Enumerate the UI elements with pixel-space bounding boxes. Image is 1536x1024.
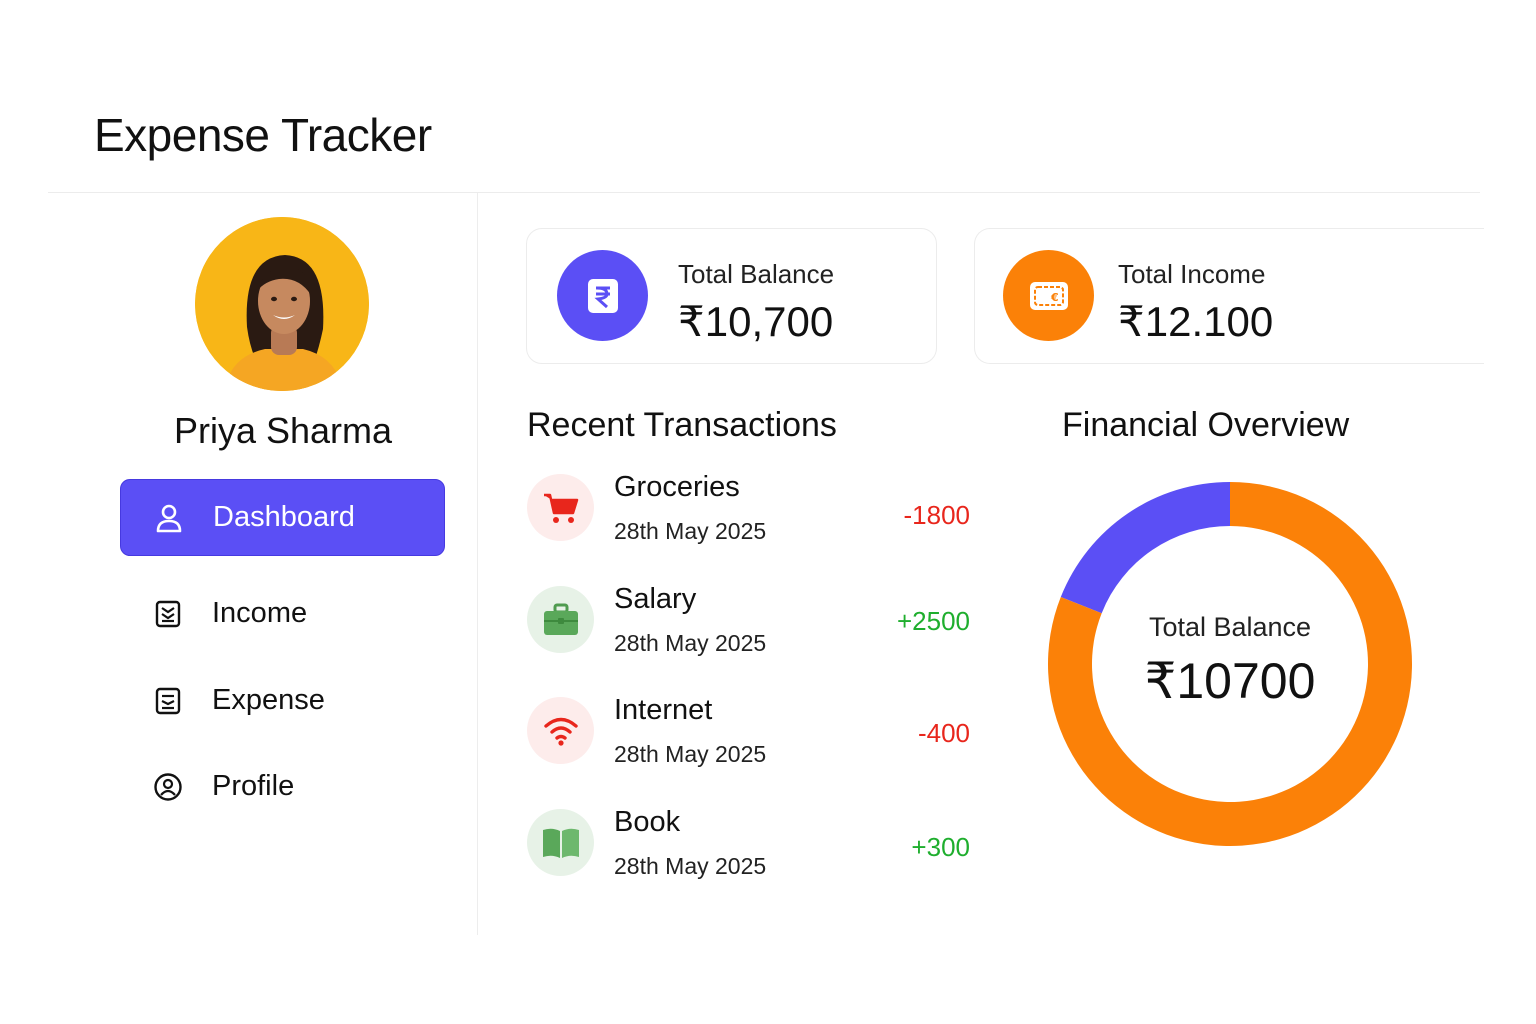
- nav-item-label: Profile: [212, 770, 295, 802]
- rupee-receipt-icon: [557, 250, 648, 341]
- briefcase-icon: [527, 586, 594, 653]
- svg-text:€: €: [1050, 291, 1059, 304]
- cart-icon: [527, 474, 594, 541]
- transaction-date: 28th May 2025: [614, 518, 767, 544]
- avatar-photo: [195, 217, 369, 391]
- nav-item-expense[interactable]: Expense: [120, 662, 445, 739]
- transaction-amount: +300: [911, 832, 970, 862]
- wallet-icon: €: [1003, 250, 1094, 341]
- income-document-icon: [152, 598, 184, 630]
- total-income-card: € Total Income ₹12.100: [974, 228, 1484, 364]
- nav-item-label: Dashboard: [213, 501, 355, 533]
- nav-item-label: Income: [212, 597, 308, 629]
- profile-circle-icon: [152, 771, 184, 803]
- nav-item-profile[interactable]: Profile: [120, 748, 445, 825]
- transaction-amount: -1800: [903, 500, 971, 530]
- list-item[interactable]: Groceries 28th May 2025 -1800: [527, 471, 977, 554]
- donut-center-label: Total Balance: [1148, 612, 1312, 642]
- avatar[interactable]: [195, 217, 369, 391]
- transaction-date: 28th May 2025: [614, 630, 767, 656]
- app-title: Expense Tracker: [94, 109, 432, 161]
- nav-item-income[interactable]: Income: [120, 575, 445, 652]
- transaction-title: Book: [614, 806, 681, 838]
- list-item[interactable]: Book 28th May 2025 +300: [527, 806, 977, 889]
- total-balance-card: Total Balance ₹10,700: [526, 228, 937, 364]
- card-label: Total Balance: [678, 259, 835, 289]
- nav-item-label: Expense: [212, 684, 325, 716]
- card-value: ₹10,700: [678, 298, 834, 345]
- transaction-title: Internet: [614, 694, 713, 726]
- user-name: Priya Sharma: [173, 410, 393, 451]
- card-label: Total Income: [1118, 259, 1266, 289]
- header-divider: [48, 192, 1480, 193]
- nav-item-dashboard[interactable]: Dashboard: [120, 479, 445, 556]
- book-icon: [527, 809, 594, 876]
- user-icon: [153, 502, 185, 534]
- transaction-amount: +2500: [896, 606, 970, 636]
- transaction-amount: -400: [917, 718, 970, 748]
- transaction-date: 28th May 2025: [614, 741, 767, 767]
- card-value: ₹12.100: [1118, 298, 1274, 345]
- transaction-date: 28th May 2025: [614, 853, 767, 879]
- list-item[interactable]: Internet 28th May 2025 -400: [527, 694, 977, 777]
- financial-overview-title: Financial Overview: [1062, 406, 1350, 444]
- donut-segment-purple: [1060, 482, 1230, 614]
- list-item[interactable]: Salary 28th May 2025 +2500: [527, 583, 977, 666]
- wifi-icon: [527, 697, 594, 764]
- sidebar-divider: [477, 193, 478, 935]
- expense-document-icon: [152, 685, 184, 717]
- transaction-title: Salary: [614, 583, 697, 615]
- transaction-title: Groceries: [614, 471, 740, 503]
- donut-center-value: ₹10700: [1144, 653, 1316, 709]
- recent-transactions-title: Recent Transactions: [527, 406, 837, 444]
